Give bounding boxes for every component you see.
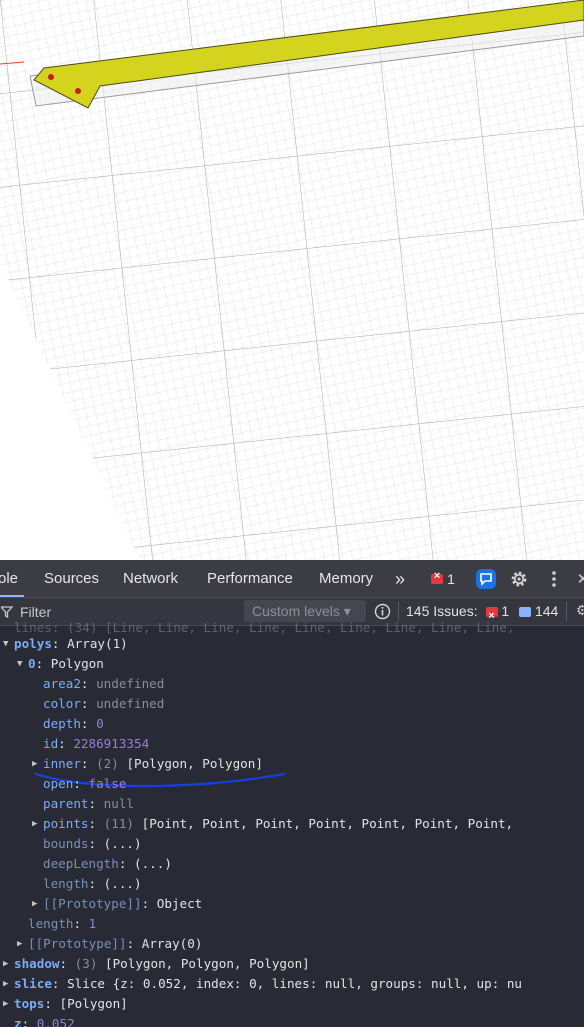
prop-key: polys <box>14 636 52 651</box>
tree-row-prototype-object[interactable]: ▶ [[Prototype]]: Object <box>32 894 203 914</box>
error-indicator[interactable]: 1 <box>428 560 458 597</box>
prop-value: Slice {z: 0.052, index: 0, lines: null, … <box>67 976 523 991</box>
getter-value[interactable]: (...) <box>104 876 142 891</box>
expanded-triangle-icon[interactable]: ▼ <box>17 654 22 674</box>
prop-value: Polygon <box>50 656 104 671</box>
prop-key: depth <box>43 716 81 731</box>
tree-row-deeplength[interactable]: deepLength: (...) <box>43 854 172 874</box>
prop-value: [Point, Point, Point, Point, Point, Poin… <box>141 816 514 831</box>
red-marker <box>75 88 81 94</box>
prop-count: (3) <box>74 956 98 971</box>
collapsed-triangle-icon[interactable]: ▶ <box>32 894 37 914</box>
prop-key: [[Prototype]] <box>43 896 142 911</box>
error-count: 1 <box>447 570 455 587</box>
prop-key: id <box>43 736 59 751</box>
red-marker <box>48 74 54 80</box>
prop-key: bounds <box>43 836 89 851</box>
feedback-icon <box>476 568 496 589</box>
prop-key: area2 <box>43 676 81 691</box>
tab-network[interactable]: Network <box>123 560 178 597</box>
prop-key: length <box>43 876 89 891</box>
getter-value[interactable]: (...) <box>104 836 142 851</box>
collapsed-triangle-icon[interactable]: ▶ <box>3 994 8 1014</box>
collapsed-triangle-icon[interactable]: ▶ <box>3 954 8 974</box>
tab-memory[interactable]: Memory <box>319 560 373 597</box>
tree-row-slice[interactable]: ▶ slice: Slice {z: 0.052, index: 0, line… <box>3 974 523 994</box>
prop-value: [Polygon, Polygon, Polygon] <box>105 956 310 971</box>
prop-key: tops <box>14 996 45 1011</box>
prop-key: open <box>43 776 74 791</box>
devtools-panel: ole Sources Network Performance Memory »… <box>0 560 584 1027</box>
collapsed-triangle-icon[interactable]: ▶ <box>17 934 22 954</box>
tree-row-polys[interactable]: ▼ polys: Array(1) <box>3 634 128 654</box>
slicer-viewport[interactable] <box>0 0 584 560</box>
issues-message-count: 144 <box>534 603 559 619</box>
prop-key: 0 <box>28 656 36 671</box>
settings-button[interactable] <box>508 560 530 597</box>
devtools-tabbar: ole Sources Network Performance Memory »… <box>0 560 584 598</box>
divider <box>566 602 567 621</box>
close-icon[interactable]: ✕ <box>576 560 584 597</box>
tree-row-open: open: false <box>43 776 127 791</box>
getter-value[interactable]: (...) <box>134 856 172 871</box>
tree-row-length: length: 1 <box>28 916 97 931</box>
prop-value: 0 <box>96 716 104 731</box>
expanded-triangle-icon[interactable]: ▼ <box>3 634 8 654</box>
collapsed-triangle-icon[interactable]: ▶ <box>3 974 8 994</box>
tree-row-depth: depth: 0 <box>43 716 104 731</box>
prop-key: z <box>14 1016 22 1027</box>
error-icon <box>431 570 444 584</box>
prop-value: 0.052 <box>36 1016 75 1027</box>
tree-row-parent: parent: null <box>43 796 135 811</box>
console-output[interactable]: lines: (34) [Line, Line, Line, Line, Lin… <box>0 620 584 1027</box>
error-icon <box>485 603 498 630</box>
prop-key: slice <box>14 976 52 991</box>
tab-console[interactable]: ole <box>0 560 25 597</box>
prop-key: length <box>28 916 74 931</box>
prop-key: deepLength <box>43 856 119 871</box>
tree-row-polygon-0[interactable]: ▼ 0: Polygon <box>17 654 104 674</box>
settings-icon[interactable]: ⚙ <box>576 602 584 619</box>
prop-key: parent <box>43 796 89 811</box>
gear-icon <box>511 571 527 586</box>
tab-performance[interactable]: Performance <box>207 560 293 597</box>
tree-row-prototype-array[interactable]: ▶ [[Prototype]]: Array(0) <box>17 934 203 954</box>
tree-row-points[interactable]: ▶ points: (11) [Point, Point, Point, Poi… <box>32 814 514 834</box>
prop-key: color <box>43 696 81 711</box>
prop-value: Object <box>156 896 203 911</box>
kebab-menu-icon <box>552 570 556 587</box>
tree-row-area2: area2: undefined <box>43 676 165 691</box>
tree-row-color: color: undefined <box>43 696 165 711</box>
more-tabs-icon[interactable]: » <box>395 560 405 597</box>
build-plate-grid <box>0 0 584 560</box>
prop-value: null <box>103 796 135 811</box>
message-icon <box>519 607 532 618</box>
issues-label: 145 Issues: <box>406 603 478 619</box>
prop-value: Array(0) <box>141 936 203 951</box>
prop-key: points <box>43 816 89 831</box>
tree-row-z: z: 0.052 <box>14 1014 75 1027</box>
tab-sources[interactable]: Sources <box>44 560 99 597</box>
tree-row-bounds[interactable]: bounds: (...) <box>43 834 142 854</box>
tree-row-shadow[interactable]: ▶ shadow: (3) [Polygon, Polygon, Polygon… <box>3 954 310 974</box>
prop-value: [Polygon] <box>59 996 128 1011</box>
prop-key: shadow <box>14 956 60 971</box>
prop-value: undefined <box>96 696 165 711</box>
prop-value: false <box>88 776 127 791</box>
collapsed-triangle-icon[interactable]: ▶ <box>32 814 37 834</box>
tree-row-tops[interactable]: ▶ tops: [Polygon] <box>3 994 128 1014</box>
feedback-button[interactable] <box>474 560 498 597</box>
more-options-button[interactable] <box>544 560 564 597</box>
tree-row-length-getter[interactable]: length: (...) <box>43 874 142 894</box>
prop-key: [[Prototype]] <box>28 936 127 951</box>
prop-value: 1 <box>88 916 97 931</box>
prop-value: 2286913354 <box>73 736 150 751</box>
issues-error-count: 1 <box>501 603 510 619</box>
prop-value: Array(1) <box>67 636 128 651</box>
tree-row-id: id: 2286913354 <box>43 736 150 751</box>
prop-value: undefined <box>96 676 165 691</box>
prop-count: (11) <box>103 816 135 831</box>
